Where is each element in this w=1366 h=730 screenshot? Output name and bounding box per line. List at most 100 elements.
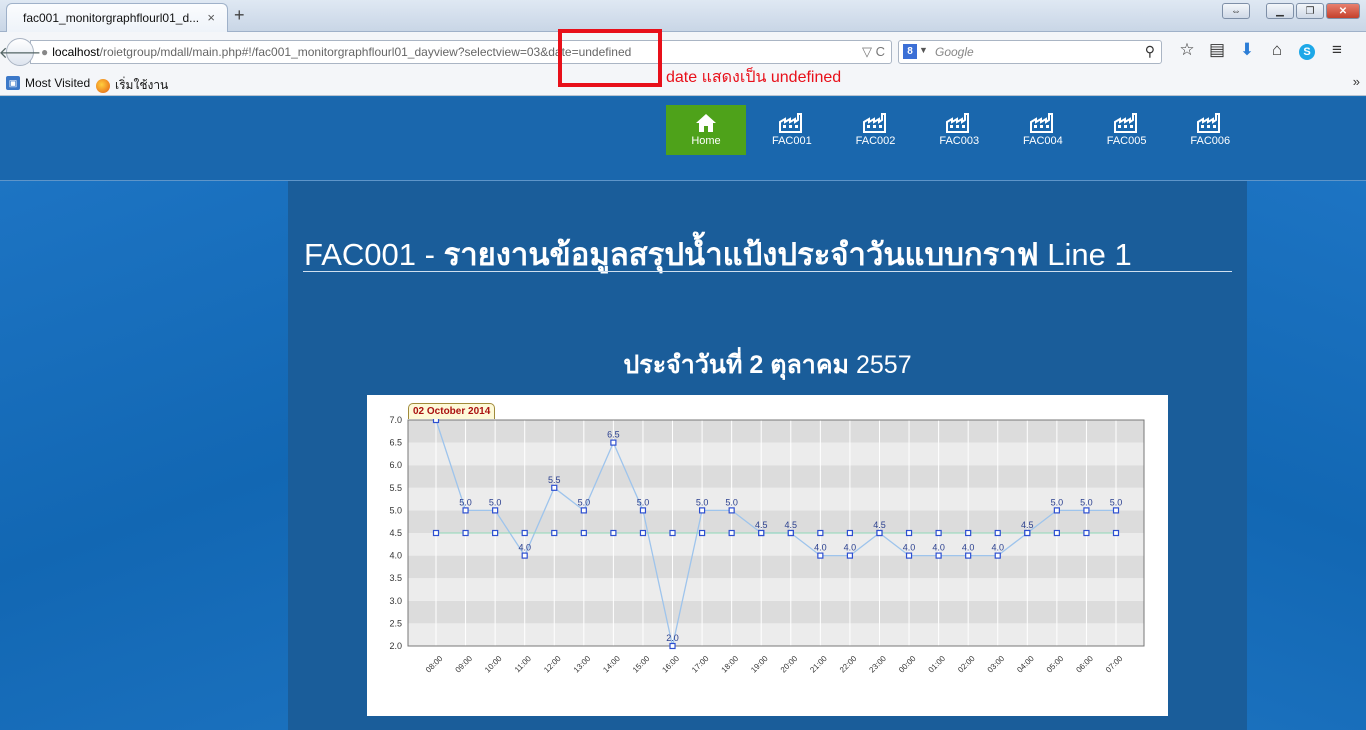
home-browser-icon[interactable]: ⌂ <box>1262 40 1292 62</box>
data-point-marker <box>698 529 706 537</box>
data-label: 5.5 <box>548 475 561 485</box>
factory-icon <box>917 113 1001 135</box>
x-tick-label: 15:00 <box>631 654 652 675</box>
skype-icon[interactable]: S <box>1292 40 1322 62</box>
url-bar[interactable]: ● localhost/roietgroup/mdall/main.php#!/f… <box>30 40 892 64</box>
x-tick-label: 22:00 <box>838 654 859 675</box>
nav-item-home[interactable]: Home <box>666 105 746 155</box>
bookmark-star-icon[interactable]: ☆ <box>1172 40 1202 62</box>
data-point-marker <box>965 552 972 559</box>
data-point-marker <box>787 529 794 537</box>
back-button[interactable]: 🡐 <box>0 38 41 66</box>
x-tick-label: 09:00 <box>454 654 475 675</box>
search-icon[interactable]: ⚲ <box>1145 43 1155 60</box>
toolbar-icons: ☆ ▤ ⬇ ⌂ S ≡ <box>1172 40 1352 62</box>
data-point-marker <box>728 507 735 514</box>
plot-band <box>408 420 1144 443</box>
bookmarks-overflow-icon[interactable]: » <box>1353 74 1360 89</box>
window-controls: ⇔ ▁ ❐ ✕ <box>1222 3 1360 19</box>
data-point-marker <box>580 529 587 537</box>
search-engine-icon[interactable]: 8 <box>903 44 917 59</box>
plot-band <box>408 578 1144 601</box>
nav-item-fac006[interactable]: FAC006 <box>1168 105 1252 155</box>
nav-item-label: FAC006 <box>1190 135 1231 147</box>
annotation-text: date แสดงเป็น undefined <box>666 69 842 86</box>
data-label: 5.0 <box>637 497 650 507</box>
download-icon[interactable]: ⬇ <box>1232 40 1262 62</box>
y-tick-label: 4.0 <box>389 551 402 561</box>
data-point-marker <box>492 507 499 514</box>
nav-item-fac004[interactable]: FAC004 <box>1001 105 1085 155</box>
y-tick-label: 5.5 <box>389 483 402 493</box>
page-title-main: รายงานข้อมูลสรุปน้ำแป้งประจำวันแบบกราฟ <box>443 237 1039 272</box>
data-point-marker <box>462 507 469 514</box>
data-point-marker <box>994 529 1001 537</box>
x-tick-label: 23:00 <box>867 654 888 675</box>
url-host: localhost <box>52 45 100 59</box>
url-reload-icon[interactable]: ▽ C <box>862 44 885 60</box>
y-tick-label: 6.0 <box>389 460 402 470</box>
url-path: /roietgroup/mdall/main.php#!/fac001_moni… <box>99 45 632 59</box>
y-tick-label: 3.5 <box>389 573 402 583</box>
maximize-icon[interactable]: ❐ <box>1296 3 1324 19</box>
nav-item-fac005[interactable]: FAC005 <box>1085 105 1169 155</box>
data-point-marker <box>1112 507 1120 514</box>
chevron-down-icon[interactable]: ▼ <box>919 45 928 55</box>
nav-item-fac003[interactable]: FAC003 <box>917 105 1001 155</box>
data-point-marker <box>1024 529 1031 537</box>
plot-band <box>408 600 1144 624</box>
browser-tab[interactable]: fac001_monitorgraphflourl01_d... × <box>6 3 228 32</box>
data-label: 5.0 <box>578 497 591 507</box>
search-placeholder: Google <box>935 45 974 59</box>
x-tick-label: 05:00 <box>1045 654 1066 675</box>
data-point-marker <box>610 439 617 446</box>
plot-band <box>408 623 1144 646</box>
data-point-marker <box>551 484 558 491</box>
data-point-marker <box>758 529 765 537</box>
tab-close-icon[interactable]: × <box>207 10 215 25</box>
data-label: 4.0 <box>932 543 945 553</box>
new-tab-button[interactable]: + <box>234 5 245 26</box>
nav-item-label: FAC003 <box>939 135 980 147</box>
bookmark-getting-started[interactable]: เริ่มใช้งาน <box>96 76 168 95</box>
factory-icon <box>834 113 918 135</box>
x-tick-label: 20:00 <box>779 654 800 675</box>
nav-item-fac002[interactable]: FAC002 <box>834 105 918 155</box>
data-label: 4.5 <box>785 520 798 530</box>
x-tick-label: 07:00 <box>1104 654 1125 675</box>
menu-icon[interactable]: ≡ <box>1322 40 1352 62</box>
close-window-icon[interactable]: ✕ <box>1326 3 1360 19</box>
x-tick-label: 18:00 <box>720 654 741 675</box>
bookmark-label: เริ่มใช้งาน <box>115 78 169 92</box>
data-point-marker <box>669 529 676 537</box>
x-tick-label: 08:00 <box>424 654 445 675</box>
plot-band <box>408 442 1144 466</box>
x-tick-label: 16:00 <box>660 654 681 675</box>
data-point-marker <box>639 507 647 514</box>
tab-title: fac001_monitorgraphflourl01_d... <box>23 11 200 25</box>
browser-tab-bar: fac001_monitorgraphflourl01_d... × + ⇔ ▁… <box>0 0 1366 32</box>
data-label: 4.0 <box>844 543 857 553</box>
main-menu: Home FAC001 FAC002 FAC003 FAC004 FAC005 FAC006 <box>666 105 1252 155</box>
data-point-marker <box>935 552 942 559</box>
x-tick-label: 04:00 <box>1015 654 1036 675</box>
data-label: 5.0 <box>696 497 709 507</box>
x-tick-label: 14:00 <box>601 654 622 675</box>
data-label: 4.0 <box>991 543 1004 553</box>
bookmark-label: Most Visited <box>25 76 91 90</box>
plot-band <box>408 510 1144 533</box>
data-point-marker <box>994 552 1001 559</box>
data-label: 5.0 <box>459 497 472 507</box>
bookmark-most-visited[interactable]: ▣ Most Visited <box>6 76 90 90</box>
page-title-suffix: Line 1 <box>1038 237 1132 272</box>
plot-band <box>408 487 1144 511</box>
restore-tabs-icon[interactable]: ⇔ <box>1222 3 1250 19</box>
chart-card: 2.0 2.5 3.0 3.5 4.0 4.5 5.0 5.5 6.0 6.5 7.0 08:00 09… <box>367 395 1168 716</box>
data-label: 4.5 <box>1021 520 1034 530</box>
data-label: 4.5 <box>873 520 886 530</box>
search-bar[interactable]: 8 ▼ Google ⚲ <box>898 40 1162 64</box>
reading-list-icon[interactable]: ▤ <box>1202 40 1232 62</box>
x-tick-label: 12:00 <box>542 654 563 675</box>
nav-item-fac001[interactable]: FAC001 <box>750 105 834 155</box>
minimize-icon[interactable]: ▁ <box>1266 3 1294 19</box>
